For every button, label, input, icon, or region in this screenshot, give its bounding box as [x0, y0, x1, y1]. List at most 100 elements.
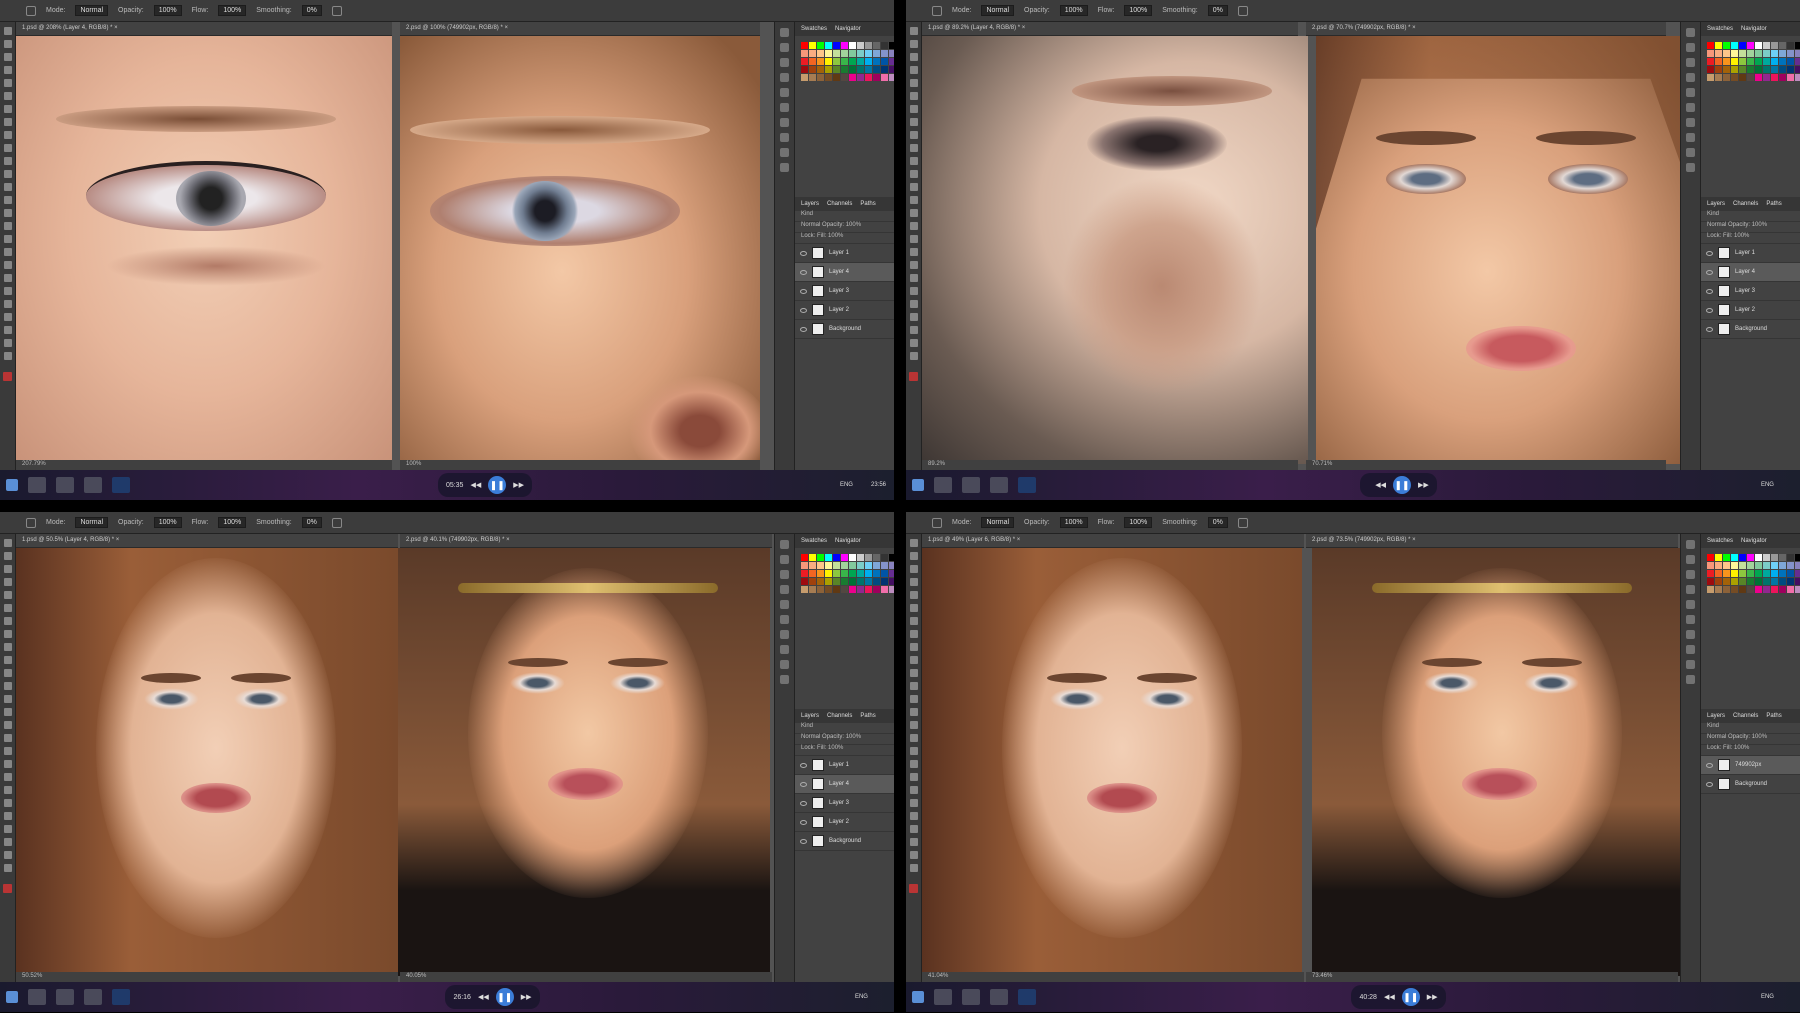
tool-icon[interactable]: [909, 539, 918, 547]
swatch[interactable]: [1747, 570, 1754, 577]
layer-opacity-value[interactable]: 100%: [1752, 734, 1767, 740]
swatch[interactable]: [1779, 570, 1786, 577]
app-icon[interactable]: [56, 477, 74, 493]
layer-row[interactable]: Layer 4: [1701, 263, 1800, 282]
swatch[interactable]: [841, 578, 848, 585]
swatch[interactable]: [1755, 58, 1762, 65]
swatch[interactable]: [1747, 562, 1754, 569]
tool-icon[interactable]: [909, 669, 918, 677]
swatch[interactable]: [841, 58, 848, 65]
kind-filter[interactable]: Kind: [1707, 211, 1719, 217]
tool-icon[interactable]: [909, 105, 918, 113]
swatch[interactable]: [865, 570, 872, 577]
tool-icon[interactable]: [3, 656, 12, 664]
layer-filter[interactable]: Kind: [1701, 723, 1800, 734]
tool-icon[interactable]: [3, 248, 12, 256]
tool-icon[interactable]: [3, 209, 12, 217]
swatch[interactable]: [1731, 562, 1738, 569]
swatch[interactable]: [833, 586, 840, 593]
forward-icon[interactable]: ▶▶: [1427, 993, 1438, 1001]
start-icon[interactable]: [6, 991, 18, 1003]
tool-icon[interactable]: [909, 656, 918, 664]
swatch[interactable]: [1707, 58, 1714, 65]
swatch[interactable]: [1755, 586, 1762, 593]
swatch[interactable]: [865, 66, 872, 73]
swatch[interactable]: [881, 50, 888, 57]
tool-icon[interactable]: [909, 565, 918, 573]
drawing-canvas[interactable]: [922, 548, 1302, 976]
app-icon[interactable]: [934, 989, 952, 1005]
mode-select[interactable]: Normal: [75, 517, 109, 528]
panel-icon[interactable]: [1686, 540, 1695, 549]
swatch[interactable]: [1779, 42, 1786, 49]
photoshop-icon[interactable]: [1018, 989, 1036, 1005]
tool-icon[interactable]: [3, 352, 12, 360]
tab-paths[interactable]: Paths: [860, 201, 875, 207]
tool-icon[interactable]: [3, 66, 12, 74]
eye-icon[interactable]: [1706, 326, 1713, 332]
rewind-icon[interactable]: ◀◀: [470, 481, 481, 489]
tool-icon[interactable]: [909, 812, 918, 820]
swatch[interactable]: [833, 66, 840, 73]
swatch[interactable]: [1707, 570, 1714, 577]
tab-navigator[interactable]: Navigator: [1741, 538, 1767, 544]
swatch[interactable]: [825, 42, 832, 49]
app-icon[interactable]: [962, 477, 980, 493]
swatch[interactable]: [1723, 554, 1730, 561]
swatch[interactable]: [1787, 58, 1794, 65]
swatch[interactable]: [1723, 578, 1730, 585]
tool-icon[interactable]: [3, 105, 12, 113]
gear-icon[interactable]: [1237, 517, 1248, 528]
swatch[interactable]: [1763, 570, 1770, 577]
flow-field[interactable]: 100%: [1124, 5, 1153, 16]
swatch[interactable]: [1715, 554, 1722, 561]
swatch[interactable]: [889, 50, 894, 57]
swatch[interactable]: [865, 58, 872, 65]
drawing-canvas[interactable]: [16, 548, 398, 976]
swatch[interactable]: [1795, 74, 1800, 81]
swatch[interactable]: [817, 586, 824, 593]
tool-icon[interactable]: [909, 552, 918, 560]
swatch[interactable]: [1755, 562, 1762, 569]
tool-icon[interactable]: [909, 721, 918, 729]
swatch[interactable]: [873, 570, 880, 577]
swatch[interactable]: [841, 66, 848, 73]
swatch[interactable]: [1779, 586, 1786, 593]
swatch[interactable]: [801, 74, 808, 81]
swatch[interactable]: [881, 554, 888, 561]
tool-icon[interactable]: [909, 261, 918, 269]
opacity-field[interactable]: 100%: [1059, 5, 1088, 16]
swatch[interactable]: [1731, 58, 1738, 65]
opacity-field[interactable]: 100%: [153, 517, 182, 528]
tool-icon[interactable]: [909, 838, 918, 846]
swatch[interactable]: [1755, 66, 1762, 73]
panel-icon[interactable]: [1686, 103, 1695, 112]
swatch[interactable]: [801, 578, 808, 585]
swatch[interactable]: [817, 42, 824, 49]
swatch[interactable]: [849, 42, 856, 49]
rewind-icon[interactable]: ◀◀: [1375, 481, 1386, 489]
panel-icon[interactable]: [1686, 555, 1695, 564]
panel-icon[interactable]: [780, 570, 789, 579]
tool-icon[interactable]: [909, 630, 918, 638]
swatch[interactable]: [1795, 554, 1800, 561]
swatch[interactable]: [1763, 74, 1770, 81]
start-icon[interactable]: [6, 479, 18, 491]
app-icon[interactable]: [990, 989, 1008, 1005]
tool-icon[interactable]: [3, 287, 12, 295]
swatch[interactable]: [1723, 562, 1730, 569]
swatch[interactable]: [889, 578, 894, 585]
swatch[interactable]: [801, 66, 808, 73]
swatch[interactable]: [1707, 42, 1714, 49]
swatch[interactable]: [889, 586, 894, 593]
panel-icon[interactable]: [1686, 600, 1695, 609]
flow-field[interactable]: 100%: [1124, 517, 1153, 528]
tool-icon[interactable]: [909, 617, 918, 625]
tab-channels[interactable]: Channels: [1733, 201, 1758, 207]
tool-icon[interactable]: [909, 222, 918, 230]
document-tab-1[interactable]: 1.psd @ 208% (Layer 4, RGB/8) * ×: [16, 22, 392, 36]
tab-swatches[interactable]: Swatches: [801, 538, 827, 544]
tool-icon[interactable]: [3, 118, 12, 126]
swatch[interactable]: [833, 42, 840, 49]
tool-icon[interactable]: [909, 799, 918, 807]
